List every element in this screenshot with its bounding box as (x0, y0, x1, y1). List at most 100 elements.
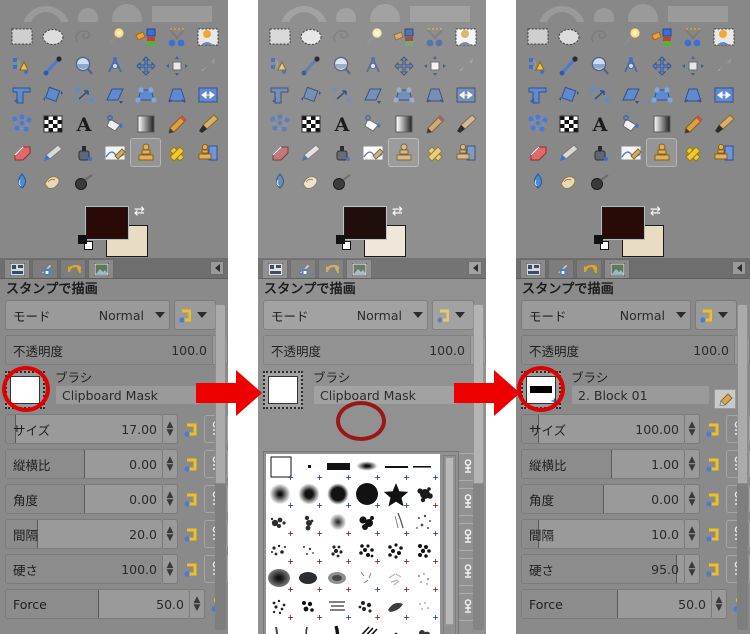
flip-tool[interactable] (708, 80, 739, 109)
rotate-tool[interactable] (264, 80, 295, 109)
swap-colors-icon[interactable]: ⇄ (650, 205, 661, 218)
brush-grid[interactable]: + + + + + + + + + + + + + + + + + + + + … (266, 454, 440, 634)
unified-transform-tool[interactable] (37, 80, 68, 109)
alignment-tool[interactable] (419, 51, 450, 80)
handle-transform-tool[interactable] (326, 80, 357, 109)
edit-brush-button[interactable] (714, 389, 736, 409)
spacing-slider[interactable]: 間隔 10.0 (521, 519, 685, 549)
cage-transform-tool[interactable] (264, 109, 295, 138)
cell-06-brush[interactable]: + (411, 538, 440, 566)
acrylic-05-brush[interactable]: + (353, 510, 382, 538)
angle-link-button[interactable] (703, 486, 723, 512)
aspect-link-button[interactable] (181, 451, 201, 477)
options-scrollbar[interactable] (473, 304, 484, 630)
perspective-tool[interactable] (646, 80, 677, 109)
device-status-tab[interactable] (32, 259, 58, 278)
mypaint-brush-tool[interactable] (615, 138, 646, 167)
shear-tool[interactable] (357, 80, 388, 109)
tool-options-tab[interactable] (262, 259, 288, 278)
aspect-spinner[interactable]: ▲ ▼ (685, 449, 700, 479)
undo-history-tab[interactable] (60, 259, 86, 278)
size-slider[interactable]: サイズ 17.00 (5, 414, 163, 444)
bucket-fill-tool[interactable] (357, 109, 388, 138)
images-tab[interactable] (346, 259, 372, 278)
blur-sharpen-tool[interactable] (264, 167, 295, 196)
paintbrush-tool[interactable] (450, 109, 481, 138)
smudge-tool[interactable] (37, 167, 68, 196)
scissors-select-tool[interactable] (161, 22, 192, 51)
acrylic-02-brush[interactable]: + (266, 510, 295, 538)
move-tool[interactable] (646, 51, 677, 80)
crop-tool[interactable] (450, 51, 481, 80)
hatch-lines-brush[interactable]: + (353, 622, 382, 634)
size-spinner[interactable]: ▲ ▼ (163, 414, 178, 444)
tab-menu-button[interactable] (468, 261, 482, 275)
hardness-spinner[interactable]: ▲ ▼ (685, 554, 700, 584)
warp-transform-tool[interactable] (295, 109, 326, 138)
airbrush-tool[interactable] (295, 138, 326, 167)
text-tool[interactable]: A (584, 109, 615, 138)
force-spinner[interactable]: ▲ ▼ (712, 589, 727, 619)
perspective-tool[interactable] (388, 80, 419, 109)
hardness-link-button[interactable] (703, 556, 723, 582)
pencil-tool[interactable] (677, 109, 708, 138)
cell-05-brush[interactable]: + (382, 538, 411, 566)
hatch-brush[interactable]: + (324, 594, 353, 622)
brush-name[interactable]: Clipboard Mask (313, 385, 458, 405)
move-tool[interactable] (388, 51, 419, 80)
chalk-brush[interactable]: + (411, 510, 440, 538)
hardness-050b-brush[interactable]: + (266, 482, 295, 510)
size-link-button[interactable] (181, 416, 201, 442)
grunge-03-brush[interactable]: + (324, 566, 353, 594)
color-picker-tool[interactable] (37, 51, 68, 80)
clone-tool[interactable] (130, 138, 161, 167)
acrylic-01-brush[interactable]: + (411, 482, 440, 510)
smudge-tool[interactable] (553, 167, 584, 196)
rect-select-tool[interactable] (6, 22, 37, 51)
crop-tool[interactable] (192, 51, 223, 80)
gradient-tool[interactable] (646, 109, 677, 138)
cell-03-brush[interactable]: + (324, 538, 353, 566)
hardness-100-brush[interactable]: + (324, 482, 353, 510)
brush-preview-button[interactable] (263, 371, 303, 409)
flip-tool[interactable] (192, 80, 223, 109)
ink-tool[interactable] (584, 138, 615, 167)
zoom-tool[interactable] (584, 51, 615, 80)
text-tool[interactable]: A (68, 109, 99, 138)
free-select-tool[interactable] (68, 22, 99, 51)
color-picker-tool[interactable] (553, 51, 584, 80)
hardness-025-brush[interactable]: + (353, 454, 382, 482)
brush-name[interactable]: 2. Block 01 (571, 385, 710, 405)
scissors-select-tool[interactable] (677, 22, 708, 51)
spacing-spinner[interactable]: ▲ ▼ (685, 519, 700, 549)
spacing-link-button[interactable] (703, 521, 723, 547)
three-d-transform-tool[interactable] (161, 80, 192, 109)
grunge-01-brush[interactable]: + (266, 566, 295, 594)
rotate-tool[interactable] (522, 80, 553, 109)
angle-spinner[interactable]: ▲ ▼ (163, 484, 178, 514)
block-01-brush[interactable]: + (324, 454, 353, 482)
pencil-tool[interactable] (161, 109, 192, 138)
rotate-tool[interactable] (6, 80, 37, 109)
mode-dropdown[interactable]: モード Normal (5, 300, 170, 330)
paintbrush-tool[interactable] (192, 109, 223, 138)
acrylic-04-brush[interactable]: + (324, 510, 353, 538)
brush-grid-scrollbar-thumb[interactable] (445, 457, 454, 625)
aspect-slider[interactable]: 縦横比 0.00 (5, 449, 163, 479)
angle-slider[interactable]: 角度 0.00 (5, 484, 163, 514)
hardness-075-brush[interactable]: + (295, 482, 324, 510)
spacing-spinner[interactable]: ▲ ▼ (163, 519, 178, 549)
rect-select-tool[interactable] (522, 22, 553, 51)
clone-tool[interactable] (388, 138, 419, 167)
measure-tool[interactable] (357, 51, 388, 80)
cell-04-brush[interactable]: + (353, 538, 382, 566)
airbrush-tool[interactable] (37, 138, 68, 167)
mode-link-dropdown[interactable] (432, 300, 474, 330)
rect-select-tool[interactable] (264, 22, 295, 51)
images-tab[interactable] (88, 259, 114, 278)
brush-popup[interactable]: + + + + + + + + + + + + + + + + + + + + … (263, 451, 459, 634)
options-scrollbar-thumb[interactable] (737, 304, 748, 484)
angle-slider[interactable]: 角度 0.00 (521, 484, 685, 514)
handle-transform-tool[interactable] (584, 80, 615, 109)
tab-menu-button[interactable] (210, 261, 224, 275)
